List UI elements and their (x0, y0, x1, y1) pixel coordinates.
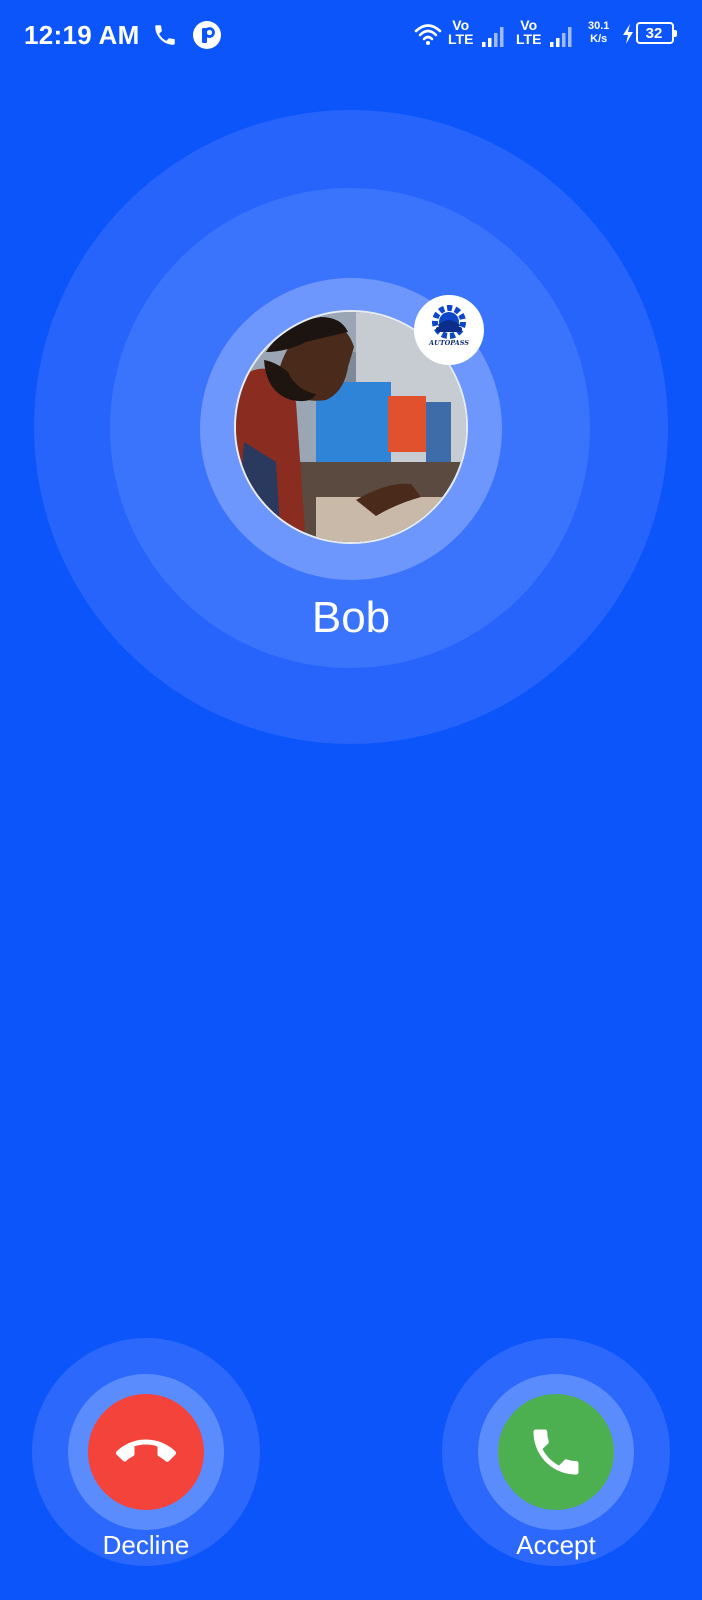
decline-button[interactable] (88, 1394, 204, 1510)
company-logo-badge: AUTOPASS (414, 295, 484, 365)
signal-icon (482, 27, 504, 47)
wifi-icon (414, 24, 442, 45)
sim1-volte-indicator: Vo LTE (448, 17, 474, 47)
network-speed: 30.1 K/s (588, 20, 610, 45)
battery-level: 32 (645, 25, 663, 42)
charging-icon (623, 24, 633, 44)
decline-label: Decline (102, 1530, 190, 1560)
accept-button[interactable] (498, 1394, 614, 1510)
signal-icon (550, 27, 572, 47)
sim2-volte-indicator: Vo LTE (516, 17, 542, 47)
status-bar: 12:19 AM Vo LTE Vo LTE 30.1 K/s 32 (0, 0, 702, 72)
company-logo-text: AUTOPASS (429, 339, 469, 347)
caller-name: Bob (311, 593, 391, 642)
phone-icon (155, 25, 175, 45)
hang-up-icon (116, 1439, 176, 1462)
app-notification-icon (193, 21, 221, 49)
status-time: 12:19 AM (24, 20, 140, 50)
gear-logo-icon (432, 305, 466, 339)
battery-icon: 32 (636, 22, 677, 44)
phone-answer-icon (533, 1429, 579, 1475)
accept-label: Accept (516, 1530, 596, 1560)
